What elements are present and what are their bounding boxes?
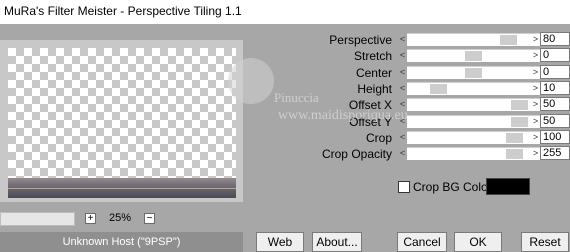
offset-x-increase-arrow-icon[interactable]: >: [531, 98, 540, 110]
height-value-field[interactable]: 10: [540, 81, 570, 95]
offset-y-value-field[interactable]: 50: [540, 114, 570, 128]
stretch-decrease-arrow-icon[interactable]: <: [398, 49, 407, 61]
perspective-value-field[interactable]: 80: [540, 32, 570, 46]
height-decrease-arrow-icon[interactable]: <: [398, 82, 407, 94]
offset-x-value-field[interactable]: 50: [540, 97, 570, 111]
offset-y-increase-arrow-icon[interactable]: >: [531, 115, 540, 127]
ok-button[interactable]: OK: [454, 232, 502, 252]
crop-opacity-slider-thumb[interactable]: [506, 149, 523, 159]
height-slider-track[interactable]: [407, 82, 540, 95]
perspective-slider-track[interactable]: [407, 33, 540, 46]
center-slider-thumb[interactable]: [465, 68, 482, 78]
crop-opacity-value-field[interactable]: 255: [540, 146, 570, 160]
offset-x-slider-thumb[interactable]: [511, 100, 528, 110]
stretch-slider-thumb[interactable]: [465, 51, 482, 61]
crop-increase-arrow-icon[interactable]: >: [531, 131, 540, 143]
crop-bg-label: Crop BG Color: [413, 180, 492, 194]
crop-value-field[interactable]: 100: [540, 130, 570, 144]
watermark-url: www.maidisporiqua.eu: [278, 108, 408, 123]
crop-slider-track[interactable]: [407, 131, 540, 144]
stretch-slider-track[interactable]: [407, 49, 540, 62]
crop-opacity-label: Crop Opacity: [321, 147, 392, 161]
height-slider-thumb[interactable]: [430, 84, 447, 94]
zoom-scrollbar[interactable]: [0, 212, 75, 226]
reset-button[interactable]: Reset: [521, 232, 569, 252]
watermark-logo: [228, 58, 274, 104]
stretch-label: Stretch: [353, 49, 392, 63]
crop-bg-color-swatch[interactable]: [486, 178, 530, 195]
offset-y-slider-thumb[interactable]: [511, 117, 528, 127]
perspective-increase-arrow-icon[interactable]: >: [531, 33, 540, 45]
crop-opacity-slider-track[interactable]: [407, 147, 540, 160]
zoom-in-button[interactable]: +: [85, 213, 96, 224]
zoom-out-button[interactable]: −: [144, 213, 155, 224]
height-increase-arrow-icon[interactable]: >: [531, 82, 540, 94]
stretch-increase-arrow-icon[interactable]: >: [531, 49, 540, 61]
preview-horizon-line: [8, 188, 236, 189]
crop-label: Crop: [365, 131, 392, 145]
web-button[interactable]: Web: [256, 232, 304, 252]
center-increase-arrow-icon[interactable]: >: [531, 66, 540, 78]
crop-slider-thumb[interactable]: [506, 133, 523, 143]
crop-opacity-decrease-arrow-icon[interactable]: <: [398, 147, 407, 159]
center-label: Center: [355, 66, 392, 80]
center-slider-track[interactable]: [407, 66, 540, 79]
crop-decrease-arrow-icon[interactable]: <: [398, 131, 407, 143]
center-decrease-arrow-icon[interactable]: <: [398, 66, 407, 78]
window-title: MuRa's Filter Meister - Perspective Tili…: [4, 4, 242, 18]
preview-canvas[interactable]: [8, 48, 236, 198]
offset-x-slider-track[interactable]: [407, 98, 540, 111]
about-button[interactable]: About...: [312, 232, 362, 252]
perspective-slider-thumb[interactable]: [500, 35, 517, 45]
perspective-label: Perspective: [329, 33, 392, 47]
host-status: Unknown Host ("9PSP"): [0, 232, 243, 252]
zoom-level: 25%: [108, 212, 132, 224]
perspective-decrease-arrow-icon[interactable]: <: [398, 33, 407, 45]
crop-opacity-increase-arrow-icon[interactable]: >: [531, 147, 540, 159]
cancel-button[interactable]: Cancel: [397, 232, 447, 252]
stretch-value-field[interactable]: 0: [540, 48, 570, 62]
watermark-name: Pinuccia: [274, 90, 319, 105]
crop-bg-checkbox[interactable]: [398, 181, 410, 193]
center-value-field[interactable]: 0: [540, 65, 570, 79]
offset-y-slider-track[interactable]: [407, 115, 540, 128]
